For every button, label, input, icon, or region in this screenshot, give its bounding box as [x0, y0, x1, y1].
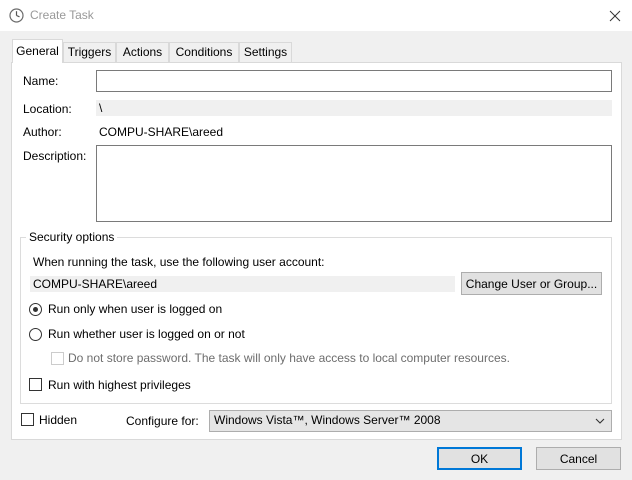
no-store-password-checkbox[interactable] [51, 352, 64, 365]
change-user-group-button[interactable]: Change User or Group... [461, 272, 602, 295]
highest-privileges-label[interactable]: Run with highest privileges [48, 378, 191, 392]
title-bar: Create Task [0, 0, 632, 31]
tab-general[interactable]: General [12, 39, 63, 63]
location-label: Location: [23, 102, 72, 116]
run-logged-on-radio[interactable] [29, 303, 42, 316]
run-whether-radio[interactable] [29, 328, 42, 341]
name-input[interactable] [96, 70, 612, 92]
close-icon[interactable] [607, 8, 623, 24]
user-account-value: COMPU-SHARE\areed [30, 276, 455, 292]
run-whether-label[interactable]: Run whether user is logged on or not [48, 327, 245, 341]
name-label: Name: [23, 74, 59, 88]
radio-selected-dot [33, 307, 38, 312]
description-input[interactable] [96, 145, 612, 222]
cancel-button[interactable]: Cancel [536, 447, 621, 470]
hidden-checkbox[interactable] [21, 413, 34, 426]
description-label: Description: [23, 149, 87, 163]
clock-icon [9, 8, 24, 23]
highest-privileges-checkbox[interactable] [29, 378, 42, 391]
author-value: COMPU-SHARE\areed [99, 125, 224, 139]
configure-for-label: Configure for: [126, 414, 199, 428]
no-store-password-label: Do not store password. The task will onl… [68, 351, 510, 365]
hidden-label[interactable]: Hidden [39, 413, 77, 427]
run-logged-on-label[interactable]: Run only when user is logged on [48, 302, 222, 316]
configure-for-value: Windows Vista™, Windows Server™ 2008 [214, 413, 441, 427]
tab-conditions[interactable]: Conditions [169, 42, 239, 62]
configure-for-select[interactable]: Windows Vista™, Windows Server™ 2008 [209, 410, 612, 432]
window-title: Create Task [30, 8, 94, 22]
security-options-title: Security options [26, 230, 118, 244]
chevron-down-icon [595, 418, 605, 424]
ok-button[interactable]: OK [437, 447, 522, 470]
account-prompt: When running the task, use the following… [33, 255, 325, 269]
tab-actions[interactable]: Actions [116, 42, 169, 62]
tab-triggers[interactable]: Triggers [63, 42, 116, 62]
author-label: Author: [23, 125, 62, 139]
location-value: \ [96, 100, 612, 116]
tab-settings[interactable]: Settings [239, 42, 292, 62]
